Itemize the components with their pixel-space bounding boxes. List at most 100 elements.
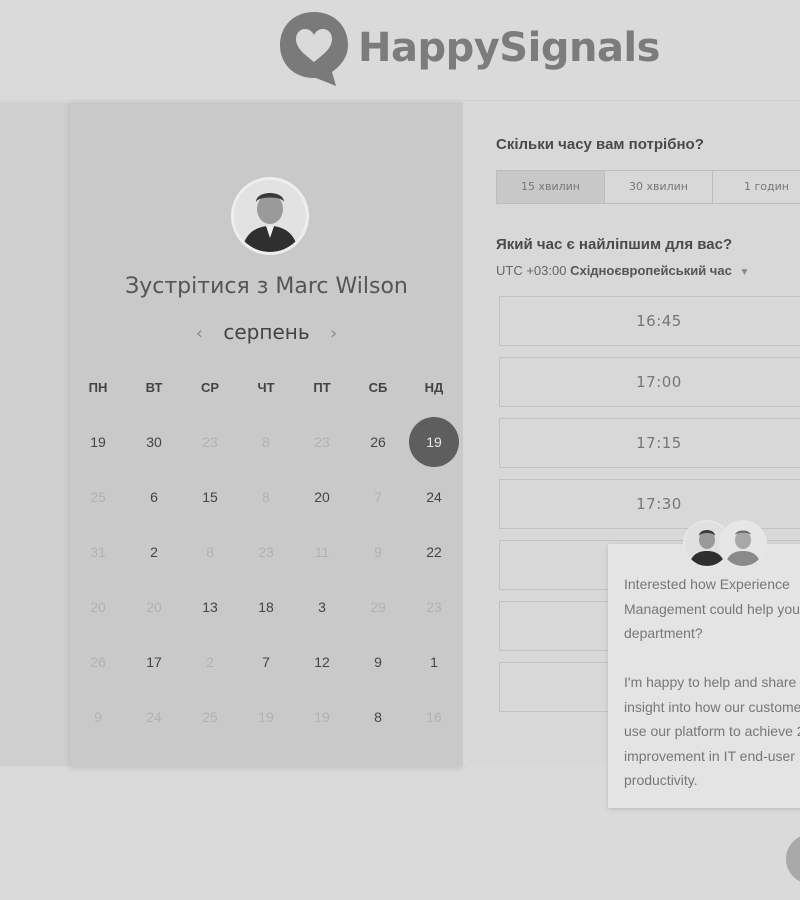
duration-question: Скільки часу вам потрібно? [496,136,704,153]
day-number: 9 [374,654,382,670]
current-month-label: серпень [223,320,310,344]
day-number: 15 [202,489,218,505]
day-cell[interactable]: 18 [238,599,294,615]
brand-name: HappySignals [358,25,660,71]
day-number: 23 [258,544,274,560]
day-cell[interactable]: 30 [126,434,182,450]
day-number: 2 [150,544,158,560]
day-cell: 19 [294,709,350,725]
day-number: 20 [146,599,162,615]
day-cell[interactable]: 7 [238,654,294,670]
day-cell: 31 [70,544,126,560]
day-cell[interactable]: 22 [406,544,462,560]
day-cell[interactable]: 26 [350,434,406,450]
week-row: 20 20 13 18 3 29 23 [70,599,463,615]
day-number: 25 [90,489,106,505]
day-number: 26 [90,654,106,670]
weekday-label: СР [200,380,220,395]
chat-popup[interactable]: Interested how Experience Management cou… [608,544,800,808]
weekday-header: ПН ВТ СР ЧТ ПТ СБ НД [70,380,463,395]
day-cell: 9 [350,544,406,560]
time-slot-button[interactable]: 17:15 [499,418,800,468]
day-cell: 9 [70,709,126,725]
week-row: 9 24 25 19 19 8 16 [70,709,463,725]
timezone-selector[interactable]: UTC +03:00 Східноєвропейський час ▼ [496,263,749,278]
caret-down-icon: ▼ [739,267,750,278]
timezone-name: Східноєвропейський час [570,263,732,278]
day-cell: 20 [126,599,182,615]
day-cell[interactable]: 8 [350,709,406,725]
day-number: 18 [258,599,274,615]
day-cell[interactable]: 1 [406,654,462,670]
day-cell-selected[interactable]: 19 [406,417,462,467]
day-number: 19 [426,434,442,450]
day-cell: 26 [70,654,126,670]
weekday-label: ВТ [145,380,163,395]
day-cell[interactable]: 2 [126,544,182,560]
week-row: 25 6 15 8 20 7 24 [70,489,463,505]
day-number: 20 [90,599,106,615]
day-number: 8 [262,434,270,450]
duration-selector: 15 хвилин 30 хвилин 1 годин [496,170,800,204]
day-number: 29 [370,599,386,615]
day-number: 31 [90,544,106,560]
weekday-label: ЧТ [257,380,275,395]
time-slot-button[interactable]: 16:45 [499,296,800,346]
day-number: 26 [370,434,386,450]
day-number: 2 [206,654,214,670]
day-number: 6 [150,489,158,505]
day-number: 23 [314,434,330,450]
day-number: 17 [146,654,162,670]
day-cell[interactable]: 13 [182,599,238,615]
day-cell[interactable]: 12 [294,654,350,670]
day-cell[interactable]: 9 [350,654,406,670]
day-cell[interactable]: 3 [294,599,350,615]
heart-chat-logo-icon [278,10,350,86]
day-cell[interactable]: 24 [406,489,462,505]
day-number: 25 [202,709,218,725]
day-cell: 20 [70,599,126,615]
header-divider [0,100,800,101]
day-number: 19 [258,709,274,725]
duration-tab[interactable]: 30 хвилин [605,171,713,203]
day-number: 19 [314,709,330,725]
weekday-label: СБ [368,380,388,395]
day-number: 13 [202,599,218,615]
duration-tab[interactable]: 1 годин [713,171,800,203]
brand-logo[interactable]: HappySignals [278,8,660,88]
day-cell: 2 [182,654,238,670]
day-number: 23 [426,599,442,615]
day-number: 24 [146,709,162,725]
time-question: Який час є найліпшим для вас? [496,236,733,253]
day-number: 7 [262,654,270,670]
time-slot-button[interactable]: 17:00 [499,357,800,407]
day-number: 8 [374,709,382,725]
meeting-title: Зустрітися з Marc Wilson [125,274,408,299]
day-cell: 24 [126,709,182,725]
next-month-button[interactable]: › [330,323,337,344]
weekday-label: НД [424,380,444,395]
prev-month-button[interactable]: ‹ [196,323,203,344]
day-number: 8 [262,489,270,505]
day-cell: 8 [238,489,294,505]
duration-tab[interactable]: 15 хвилин [497,171,605,203]
day-number: 19 [90,434,106,450]
day-cell: 7 [350,489,406,505]
day-cell: 16 [406,709,462,725]
chat-launcher-button[interactable] [786,834,800,884]
day-cell[interactable]: 17 [126,654,182,670]
day-cell: 8 [182,544,238,560]
weekday-label: ПН [88,380,108,395]
day-cell: 23 [182,434,238,450]
day-cell: 23 [294,434,350,450]
day-number: 8 [206,544,214,560]
day-number: 23 [202,434,218,450]
day-cell[interactable]: 20 [294,489,350,505]
day-cell[interactable]: 15 [182,489,238,505]
day-cell[interactable]: 6 [126,489,182,505]
day-number: 7 [374,489,382,505]
day-number: 3 [318,599,326,615]
week-row: 26 17 2 7 12 9 1 [70,654,463,670]
day-cell[interactable]: 19 [70,434,126,450]
day-number: 16 [426,709,442,725]
